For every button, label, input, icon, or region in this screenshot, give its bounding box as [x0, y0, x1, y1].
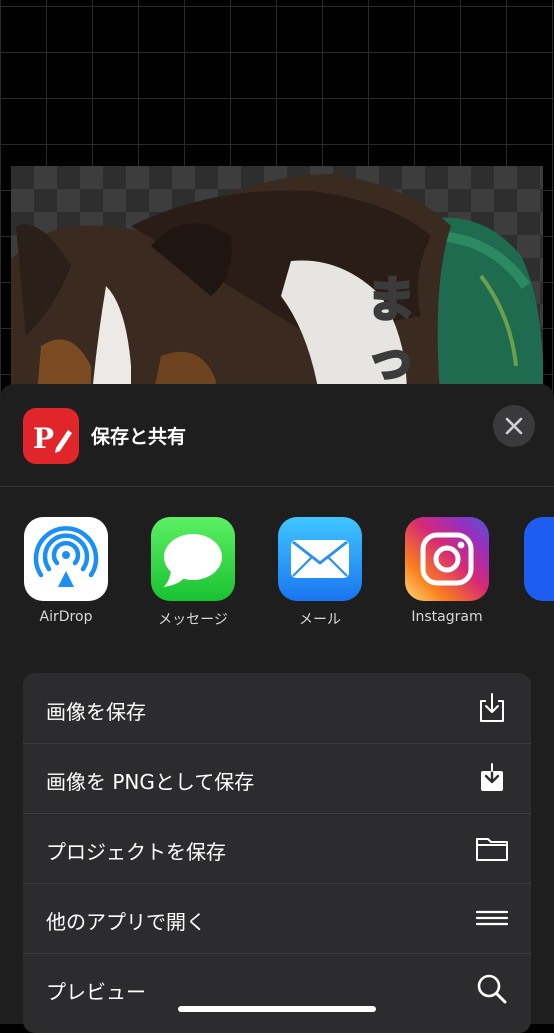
svg-text:P: P	[33, 422, 54, 455]
action-preview[interactable]: プレビュー	[23, 953, 531, 1023]
sheet-header: P 保存と共有	[0, 384, 554, 487]
save-download-icon	[480, 693, 504, 722]
share-target-airdrop[interactable]: AirDrop	[16, 517, 116, 625]
action-label: 画像を PNGとして保存	[46, 770, 255, 794]
share-targets-row: AirDrop メッセージ メール Instagram	[0, 517, 554, 637]
action-label: プロジェクトを保存	[46, 840, 226, 864]
action-list: 画像を保存 画像を PNGとして保存 プロジェクトを保存 他のアプリで開く プレ…	[23, 673, 531, 1033]
app-icon: P	[23, 408, 79, 464]
share-label-instagram: Instagram	[411, 609, 483, 625]
share-label-messages: メッセージ	[158, 612, 228, 628]
action-label: 他のアプリで開く	[46, 910, 206, 934]
action-save-image[interactable]: 画像を保存	[23, 673, 531, 743]
sticker-text-2: っ	[367, 332, 415, 388]
artboard-canvas[interactable]: ま っ	[11, 166, 543, 406]
mail-icon	[278, 517, 362, 601]
sheet-title: 保存と共有	[91, 426, 187, 448]
messages-icon	[151, 517, 235, 601]
share-target-more[interactable]	[524, 517, 554, 601]
sticker-text-1: ま	[367, 272, 415, 328]
close-icon	[505, 417, 523, 435]
menu-lines-icon	[475, 910, 509, 926]
share-target-mail[interactable]: メール	[270, 517, 370, 629]
save-share-sheet: P 保存と共有 AirDrop メッセージ メール Instagram 画像を保…	[0, 384, 554, 1033]
instagram-icon	[405, 517, 489, 601]
save-png-icon	[481, 762, 503, 791]
share-label-airdrop: AirDrop	[39, 609, 93, 625]
dog-photo-image: ま っ	[11, 174, 543, 406]
close-button[interactable]	[493, 405, 535, 447]
action-open-in-app[interactable]: 他のアプリで開く	[23, 883, 531, 953]
action-save-png[interactable]: 画像を PNGとして保存	[23, 743, 531, 813]
home-indicator[interactable]	[178, 1006, 376, 1012]
app-partial-icon	[524, 517, 554, 601]
action-save-project[interactable]: プロジェクトを保存	[23, 813, 531, 883]
action-label: 画像を保存	[46, 700, 146, 724]
airdrop-icon	[24, 517, 108, 601]
share-target-messages[interactable]: メッセージ	[143, 517, 243, 629]
action-label: プレビュー	[46, 980, 146, 1004]
pen-logo-icon: P	[33, 422, 72, 455]
share-label-mail: メール	[299, 612, 341, 628]
folder-icon	[476, 838, 508, 861]
share-target-instagram[interactable]: Instagram	[397, 517, 497, 625]
magnifier-icon	[477, 974, 507, 1004]
